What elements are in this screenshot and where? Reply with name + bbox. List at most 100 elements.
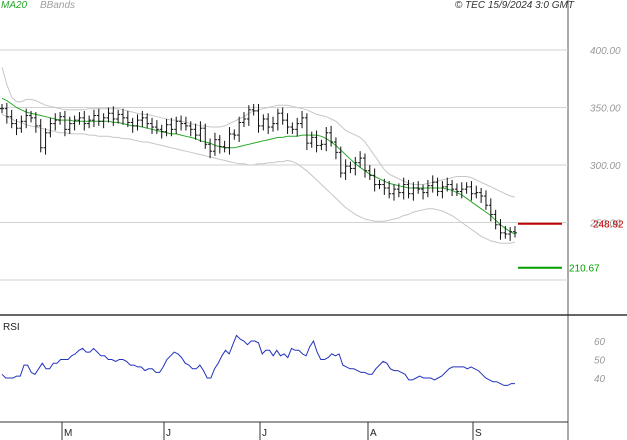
ohlc-bar: [454, 183, 459, 197]
rsi-line: [1, 334, 515, 386]
ohlc-bar: [290, 122, 295, 134]
ohlc-bar: [309, 131, 314, 148]
ohlc-bar: [198, 121, 203, 142]
ohlc-bar: [343, 159, 348, 180]
ohlc-bar: [271, 116, 276, 132]
ohlc-bar: [82, 110, 87, 131]
ohlc-bar: [295, 117, 300, 137]
x-tick-label: J: [166, 428, 171, 439]
ohlc-bar: [9, 109, 14, 129]
ohlc-bar: [145, 113, 150, 129]
ohlc-bar: [232, 129, 237, 140]
ohlc-bar: [48, 117, 53, 138]
rsi-tick-label: 50: [594, 356, 606, 367]
ohlc-bar: [106, 107, 111, 123]
ohlc-bar: [77, 112, 82, 125]
ohlc-bar: [67, 116, 72, 134]
ohlc-bar: [96, 108, 101, 126]
ohlc-bar: [203, 123, 208, 149]
ohlc-bar: [450, 179, 455, 197]
ohlc-bar: [469, 181, 474, 201]
ohlc-bar: [179, 115, 184, 131]
ohlc-bar: [493, 209, 498, 230]
ohlc-bar: [217, 135, 222, 154]
ohlc-bar: [319, 139, 324, 151]
ohlc-bar: [246, 105, 251, 126]
ohlc-bar: [285, 113, 290, 134]
ohlc-bar: [53, 113, 58, 131]
price-tick-label: 400.00: [590, 46, 621, 57]
ohlc-bar: [479, 188, 484, 203]
ohlc-bar: [513, 225, 517, 238]
ohlc-bar: [116, 109, 121, 124]
ohlc-bar: [266, 113, 271, 134]
rsi-title: RSI: [3, 322, 20, 333]
price-bars: [0, 102, 517, 241]
ohlc-bar: [508, 227, 513, 241]
bollinger-bands: [1, 67, 516, 244]
ohlc-bar: [111, 106, 116, 126]
ohlc-bar: [19, 115, 24, 133]
ohlc-bar: [304, 113, 309, 151]
x-tick-label: A: [370, 428, 377, 439]
ohlc-bar: [237, 116, 242, 142]
ohlc-bar: [275, 108, 280, 131]
ohlc-bar: [280, 107, 285, 125]
resistance-label: 248.92: [593, 220, 624, 231]
ohlc-bar: [150, 117, 155, 134]
ohlc-bar: [425, 179, 430, 198]
ohlc-bar: [101, 113, 106, 129]
ohlc-bar: [140, 110, 145, 128]
chart-frame: [0, 0, 627, 440]
support-label: 210.67: [569, 264, 600, 275]
rsi-panel: [1, 334, 515, 386]
x-tick-label: M: [64, 428, 72, 439]
rsi-tick-label: 60: [594, 337, 606, 348]
ohlc-bar: [154, 120, 159, 134]
ohlc-bar: [241, 112, 246, 128]
ohlc-bar: [4, 102, 9, 124]
ohlc-bar: [333, 137, 338, 160]
ohlc-bar: [474, 185, 479, 199]
ohlc-bar: [222, 140, 227, 153]
bbands-legend: BBands: [40, 0, 75, 11]
ohlc-bar: [43, 128, 48, 155]
ohlc-bar: [227, 127, 232, 155]
ohlc-bar: [0, 104, 4, 114]
ohlc-bar: [72, 115, 77, 131]
ohlc-bar: [483, 190, 488, 210]
ohlc-bar: [464, 182, 469, 194]
ohlc-bar: [251, 104, 256, 116]
ohlc-bar: [135, 114, 140, 131]
support-resistance-levels: [518, 222, 562, 269]
ohlc-bar: [256, 104, 261, 133]
ma20-legend: MA20: [1, 0, 28, 11]
ohlc-bar: [87, 115, 92, 129]
ohlc-bar: [58, 112, 63, 125]
ohlc-bar: [38, 119, 43, 153]
ohlc-bar: [488, 198, 493, 222]
ohlc-bar: [367, 165, 372, 180]
ohlc-bar: [208, 138, 213, 159]
rsi-tick-label: 40: [594, 374, 606, 385]
ohlc-bar: [183, 116, 188, 131]
ohlc-bar: [193, 123, 198, 140]
x-tick-label: J: [262, 428, 267, 439]
timestamp: © TEC 15/9/2024 3:0 GMT: [455, 0, 575, 11]
ohlc-bar: [91, 109, 96, 128]
ohlc-bar: [411, 182, 416, 201]
ohlc-bar: [353, 156, 358, 176]
ohlc-bar: [362, 153, 367, 178]
ohlc-bar: [377, 179, 382, 190]
chart: 400.00350.00300.00250.00248.92210.67RSI6…: [0, 0, 627, 440]
ohlc-bar: [314, 130, 319, 153]
ohlc-bar: [421, 184, 426, 200]
ohlc-bar: [382, 178, 387, 195]
ohlc-bar: [440, 181, 445, 199]
ohlc-bar: [300, 110, 305, 129]
ohlc-bar: [261, 114, 266, 131]
ohlc-bar: [416, 181, 421, 194]
ohlc-bar: [392, 184, 397, 201]
ohlc-bar: [348, 161, 353, 174]
ohlc-bar: [120, 108, 125, 125]
